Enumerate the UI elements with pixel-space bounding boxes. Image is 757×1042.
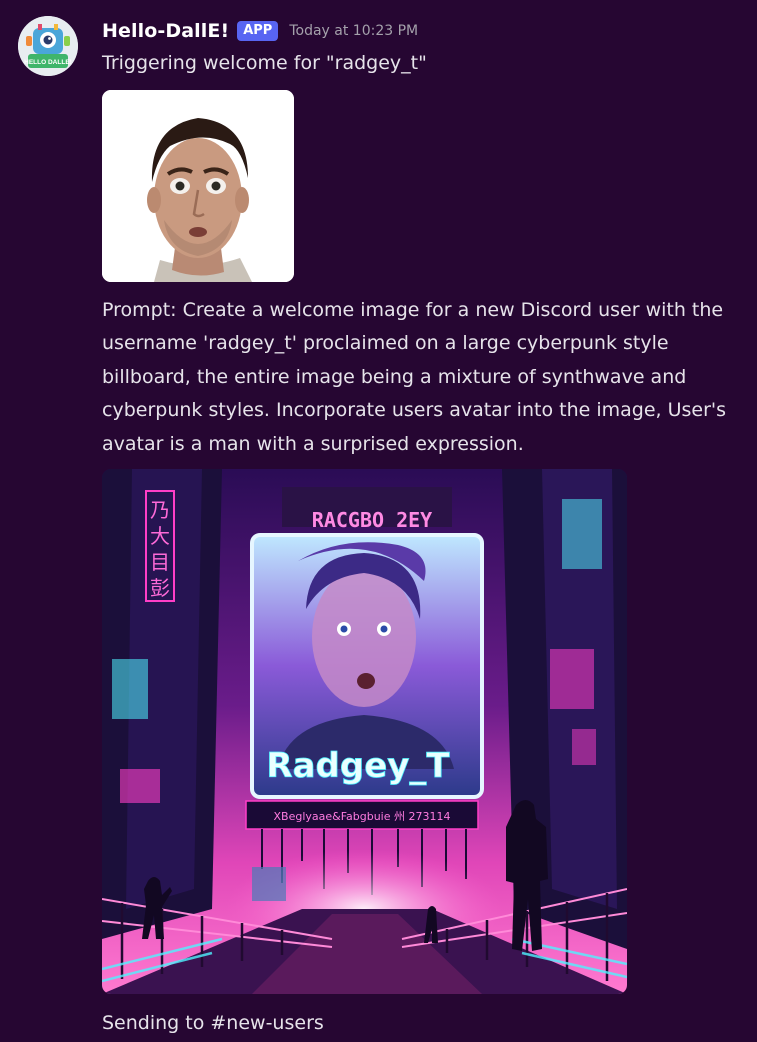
cyberpunk-billboard-image: 乃 大 目 彭 RACGBO 2EY Radgey_T XBeglyaae&Fa… (102, 469, 627, 994)
billboard-header-text: RACGBO 2EY (312, 508, 432, 532)
billboard-name-text: Radgey_T (266, 746, 450, 786)
neon-glyph-4: 彭 (150, 576, 170, 600)
bot-avatar[interactable]: HELLO DALLE! (18, 16, 78, 76)
generated-image-attachment[interactable]: 乃 大 目 彭 RACGBO 2EY Radgey_T XBeglyaae&Fa… (102, 469, 627, 994)
message-text-trigger: Triggering welcome for "radgey_t" (102, 52, 427, 74)
message-text-prompt: Prompt: Create a welcome image for a new… (102, 299, 727, 455)
neon-glyph-3: 目 (150, 550, 170, 574)
neon-glyph-1: 乃 (150, 498, 170, 522)
surprised-man-image (102, 90, 294, 282)
avatar-label: HELLO DALLE! (24, 59, 72, 66)
chat-message: HELLO DALLE! Hello-DallE! APP Today at 1… (0, 0, 757, 1042)
avatar-image-attachment[interactable] (102, 90, 294, 282)
author-name[interactable]: Hello-DallE! (102, 20, 229, 42)
message-text-sending: Sending to #new-users (102, 1012, 324, 1034)
message-header: Hello-DallE! APP Today at 10:23 PM (102, 18, 418, 44)
message-timestamp[interactable]: Today at 10:23 PM (289, 23, 418, 39)
app-badge: APP (237, 21, 279, 41)
billboard-ticker-text: XBeglyaae&Fabgbuie 州 273114 (273, 810, 450, 823)
robot-avatar-icon: HELLO DALLE! (18, 16, 78, 76)
neon-glyph-2: 大 (150, 524, 170, 548)
